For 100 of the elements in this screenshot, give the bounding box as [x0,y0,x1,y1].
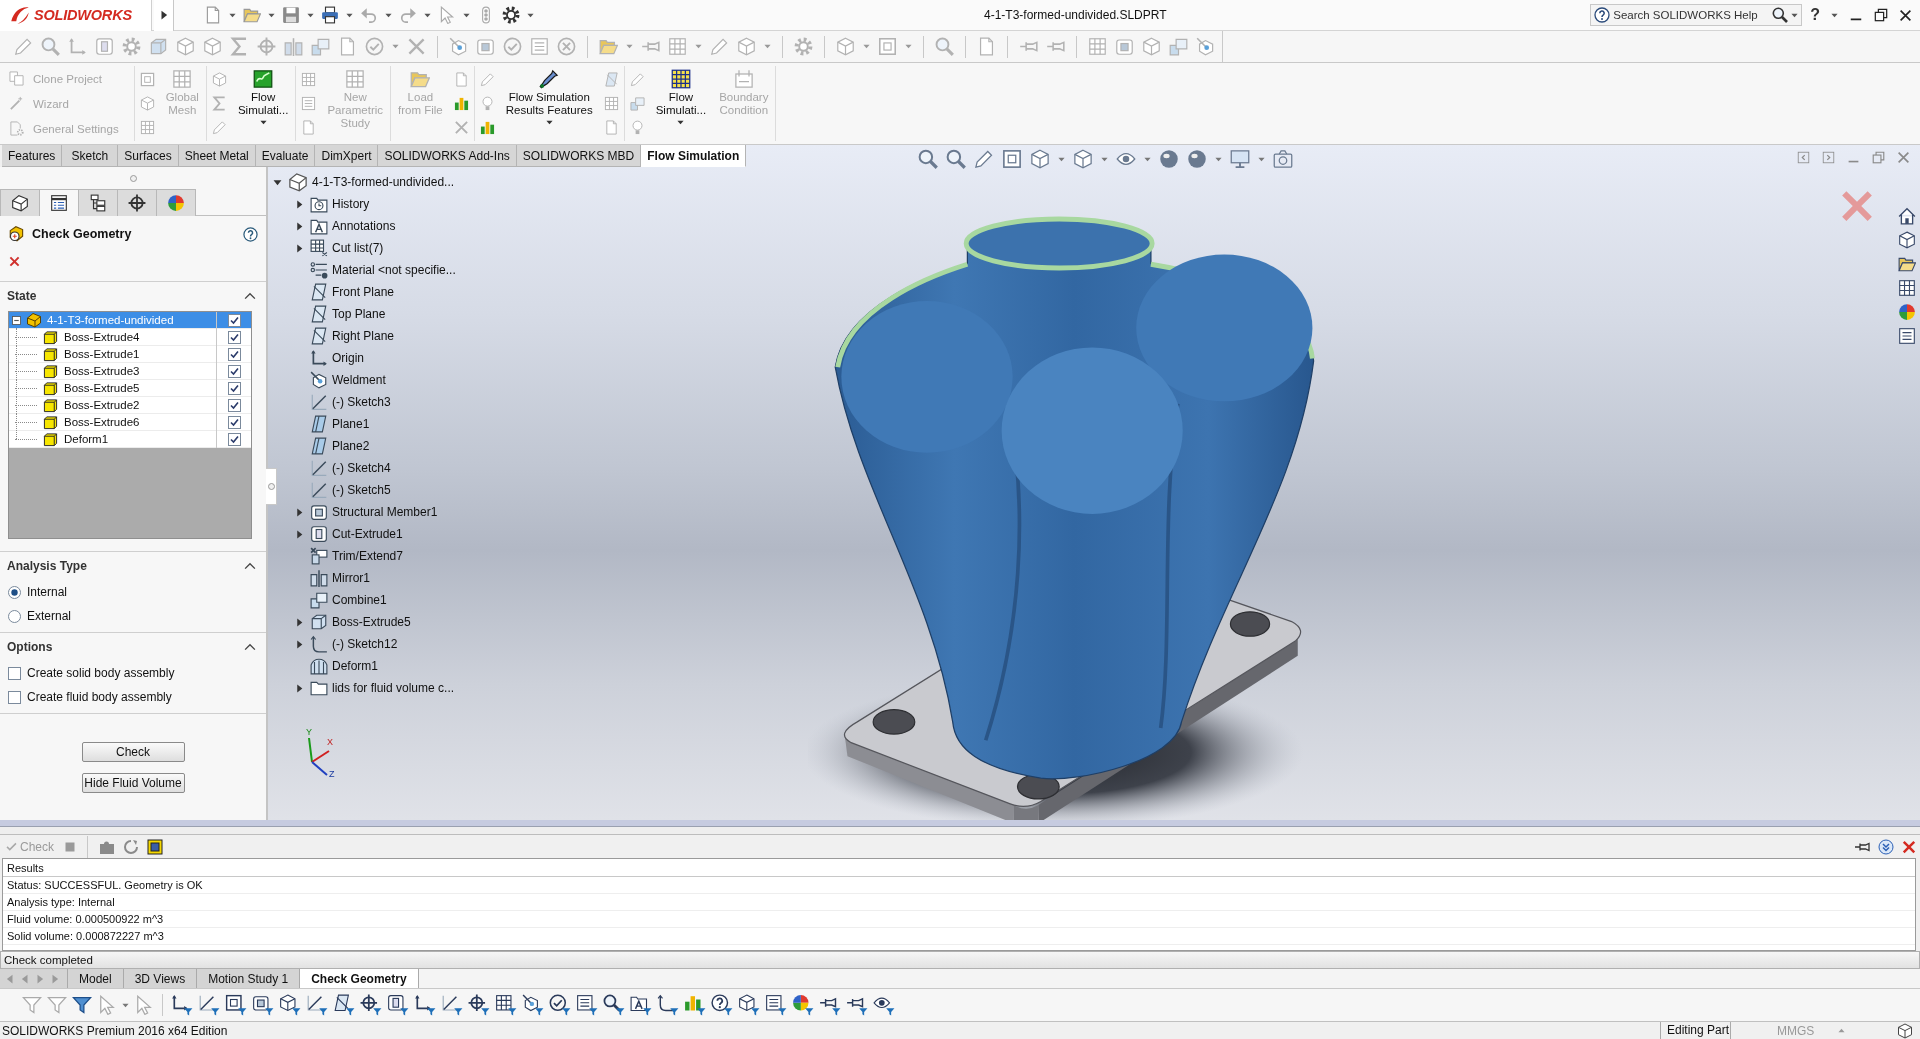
chevron-up-icon[interactable] [244,641,256,653]
frame-filter-icon[interactable] [252,994,274,1016]
help-button[interactable]: ? [1810,6,1820,24]
combine-icon[interactable] [311,37,330,56]
caret-right-icon[interactable] [294,529,304,539]
square-filter-icon[interactable] [225,994,247,1016]
caret-down-icon[interactable] [272,177,282,187]
panel-tab[interactable] [0,189,40,216]
tree-item[interactable]: Right Plane [292,325,456,347]
tree-item[interactable]: Origin [292,347,456,369]
crosshair-filter-icon[interactable] [468,994,490,1016]
panel-tab[interactable] [39,189,79,216]
combine-icon[interactable] [629,96,645,111]
magnifier-icon[interactable] [946,149,966,169]
tree-item[interactable]: Top Plane [292,303,456,325]
radio-button[interactable] [8,585,21,599]
redo-icon[interactable] [399,6,417,24]
curve-filter-icon[interactable] [657,994,679,1016]
tree-item[interactable]: Material <not specifie... [292,259,456,281]
tree-item[interactable]: Boss-Extrude4 [9,329,251,346]
stop-icon[interactable] [64,840,76,853]
rounded-square-icon[interactable] [95,37,114,56]
lightbulb-icon[interactable] [629,119,645,135]
checkbox[interactable] [227,398,241,412]
grid-icon[interactable] [1898,279,1916,297]
plane-filter-icon[interactable] [333,994,355,1016]
tree-item[interactable]: Trim/Extend7 [292,545,456,567]
pencil-icon[interactable] [14,37,33,56]
checkbox[interactable] [227,330,241,344]
combine-icon[interactable] [1169,37,1188,56]
list-icon[interactable] [1898,327,1916,345]
tree-item[interactable]: History [292,193,456,215]
house-icon[interactable] [1898,207,1916,225]
tree-item[interactable]: Annotations [292,215,456,237]
tile-right-icon[interactable] [1822,151,1835,164]
caret-right-icon[interactable] [294,221,304,231]
ribbon-tab[interactable]: SOLIDWORKS Add-Ins [378,145,517,167]
weld-cube-icon[interactable] [1196,37,1215,56]
tree-item[interactable]: Weldment [292,369,456,391]
ribbon-tab[interactable]: DimXpert [315,145,379,167]
checkbox[interactable] [227,364,241,378]
frame-icon[interactable] [1115,37,1134,56]
cube-filter-icon[interactable] [738,994,760,1016]
magnifier-icon[interactable] [41,37,60,56]
tree-item[interactable]: (-) Sketch5 [292,479,456,501]
pencil-icon[interactable] [629,72,645,88]
tree-item[interactable]: Front Plane [292,281,456,303]
caret-right-icon[interactable] [294,507,304,517]
close-icon[interactable] [1899,8,1912,22]
tree-item[interactable]: Cut-Extrude1 [292,523,456,545]
pencil-icon[interactable] [974,149,994,169]
tile-left-icon[interactable] [1797,151,1810,164]
square-icon[interactable] [1002,149,1022,169]
tree-item[interactable]: Boss-Extrude6 [9,414,251,431]
caret-up-icon[interactable] [1838,1027,1846,1034]
ribbon-tab[interactable]: SOLIDWORKS MBD [516,145,642,167]
panel-tab[interactable] [117,189,157,216]
axes-icon[interactable] [68,37,87,56]
camera-icon[interactable] [1273,149,1293,169]
search-box[interactable]: Search SOLIDWORKS Help [1590,4,1803,26]
caret-right-icon[interactable] [294,683,304,693]
action-button[interactable]: Hide Fluid Volume [81,773,185,793]
command-button[interactable]: Flow Simulati... [235,66,291,141]
tree-item[interactable]: Combine1 [292,589,456,611]
tree-item[interactable]: Deform1 [9,431,251,448]
checkbox[interactable] [227,415,241,429]
color-wheel-filter-icon[interactable] [792,994,814,1016]
double-chevron-icon[interactable] [1878,838,1894,855]
restore-icon[interactable] [1874,8,1888,22]
minus-box-icon[interactable] [12,315,21,325]
tree-item[interactable]: Plane2 [292,435,456,457]
cursor-icon[interactable] [134,995,154,1015]
bar-chart-icon[interactable] [479,119,495,135]
sigma-icon[interactable] [211,96,227,111]
undo-icon[interactable] [360,6,378,24]
x-circle-icon[interactable] [557,37,576,56]
diagonal-line-filter-icon[interactable] [306,994,328,1016]
search-field[interactable]: Search SOLIDWORKS Help [1613,9,1770,21]
caret-right-icon[interactable] [294,243,304,253]
sigma-icon[interactable] [230,37,249,56]
magnifier-icon[interactable] [935,37,954,56]
cube-icon[interactable] [1897,1022,1913,1039]
bar-chart-icon[interactable] [453,96,469,111]
radio-button[interactable] [8,609,21,623]
flyout-button[interactable] [154,0,174,31]
checkbox[interactable] [227,432,241,446]
caret-right-icon[interactable] [294,199,304,209]
tree-item[interactable]: (-) Sketch12 [292,633,456,655]
sphere-icon[interactable] [1159,149,1179,169]
lightbulb-icon[interactable] [479,96,495,111]
check-circle-filter-icon[interactable] [549,994,571,1016]
panel-tab[interactable] [78,189,118,216]
pencil-icon[interactable] [211,119,227,135]
view-tab[interactable]: Motion Study 1 [197,969,301,988]
grid-filter-icon[interactable] [495,994,517,1016]
magnifier-filter-icon[interactable] [603,994,625,1016]
help-filter-icon[interactable] [711,994,733,1016]
tree-item[interactable]: Boss-Extrude3 [9,363,251,380]
cube-icon[interactable] [1030,149,1050,169]
cursor-icon[interactable] [97,995,117,1015]
